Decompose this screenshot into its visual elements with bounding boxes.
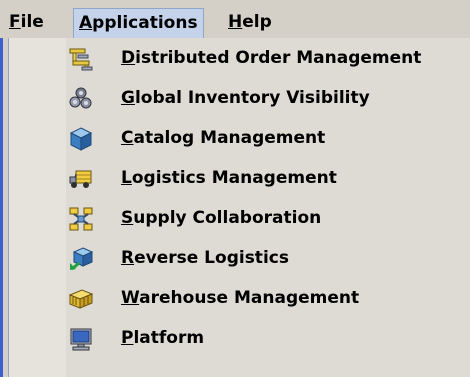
applications-dropdown: Distributed Order Management Global Inve…: [8, 38, 470, 377]
platform-monitor-icon: [69, 327, 93, 351]
inventory-visibility-icon: [69, 87, 93, 111]
menu-item-catalog-management[interactable]: Catalog Management: [9, 118, 469, 158]
menu-item-mnemonic: P: [121, 328, 134, 348]
menu-applications-label: pplications: [92, 13, 198, 33]
menu-item-logistics-management[interactable]: Logistics Management: [9, 158, 469, 198]
menu-item-mnemonic: G: [121, 88, 135, 108]
window-left-accent: [0, 38, 3, 377]
menu-item-text: lobal Inventory Visibility: [134, 88, 370, 108]
menu-file[interactable]: File: [4, 8, 49, 36]
menu-item-text: istributed Order Management: [135, 48, 422, 68]
menu-item-platform[interactable]: Platform: [9, 318, 469, 358]
menu-item-text: atalog Management: [133, 128, 326, 148]
menu-item-warehouse-management[interactable]: Warehouse Management: [9, 278, 469, 318]
menu-item-label: Platform: [121, 318, 204, 358]
menu-help[interactable]: Help: [223, 8, 277, 36]
supply-collaboration-icon: [69, 207, 93, 231]
catalog-icon: [69, 127, 93, 151]
menu-item-label: Global Inventory Visibility: [121, 78, 370, 118]
menu-item-mnemonic: D: [121, 48, 136, 68]
menu-item-label: Catalog Management: [121, 118, 325, 158]
menu-item-label: Warehouse Management: [121, 278, 359, 318]
order-management-icon: [69, 47, 93, 71]
menu-item-text: arehouse Management: [139, 288, 360, 308]
menu-item-label: Distributed Order Management: [121, 38, 421, 78]
menu-item-reverse-logistics[interactable]: Reverse Logistics: [9, 238, 469, 278]
menu-applications-mnemonic: A: [79, 13, 93, 33]
menu-item-text: ogistics Management: [131, 168, 337, 188]
menu-item-mnemonic: R: [121, 248, 135, 268]
warehouse-icon: [68, 287, 94, 311]
menu-file-label: ile: [20, 12, 44, 32]
menu-help-label: elp: [242, 12, 272, 32]
application-window: File Applications Help Distributed Order…: [0, 0, 470, 377]
menu-file-mnemonic: F: [9, 12, 21, 32]
logistics-truck-icon: [69, 167, 93, 191]
menu-item-mnemonic: S: [121, 208, 134, 228]
menu-bar: File Applications Help: [0, 0, 470, 38]
menu-item-mnemonic: C: [121, 128, 134, 148]
menu-item-text: latform: [133, 328, 205, 348]
menu-item-distributed-order-management[interactable]: Distributed Order Management: [9, 38, 469, 78]
menu-applications[interactable]: Applications: [73, 8, 204, 38]
menu-item-global-inventory-visibility[interactable]: Global Inventory Visibility: [9, 78, 469, 118]
reverse-logistics-icon: [69, 247, 94, 271]
menu-item-text: upply Collaboration: [133, 208, 322, 228]
menu-item-text: everse Logistics: [134, 248, 289, 268]
menu-item-label: Logistics Management: [121, 158, 337, 198]
menu-item-mnemonic: W: [121, 288, 140, 308]
menu-item-supply-collaboration[interactable]: Supply Collaboration: [9, 198, 469, 238]
menu-item-label: Supply Collaboration: [121, 198, 321, 238]
menu-help-mnemonic: H: [228, 12, 243, 32]
menu-item-mnemonic: L: [121, 168, 132, 188]
menu-item-label: Reverse Logistics: [121, 238, 289, 278]
